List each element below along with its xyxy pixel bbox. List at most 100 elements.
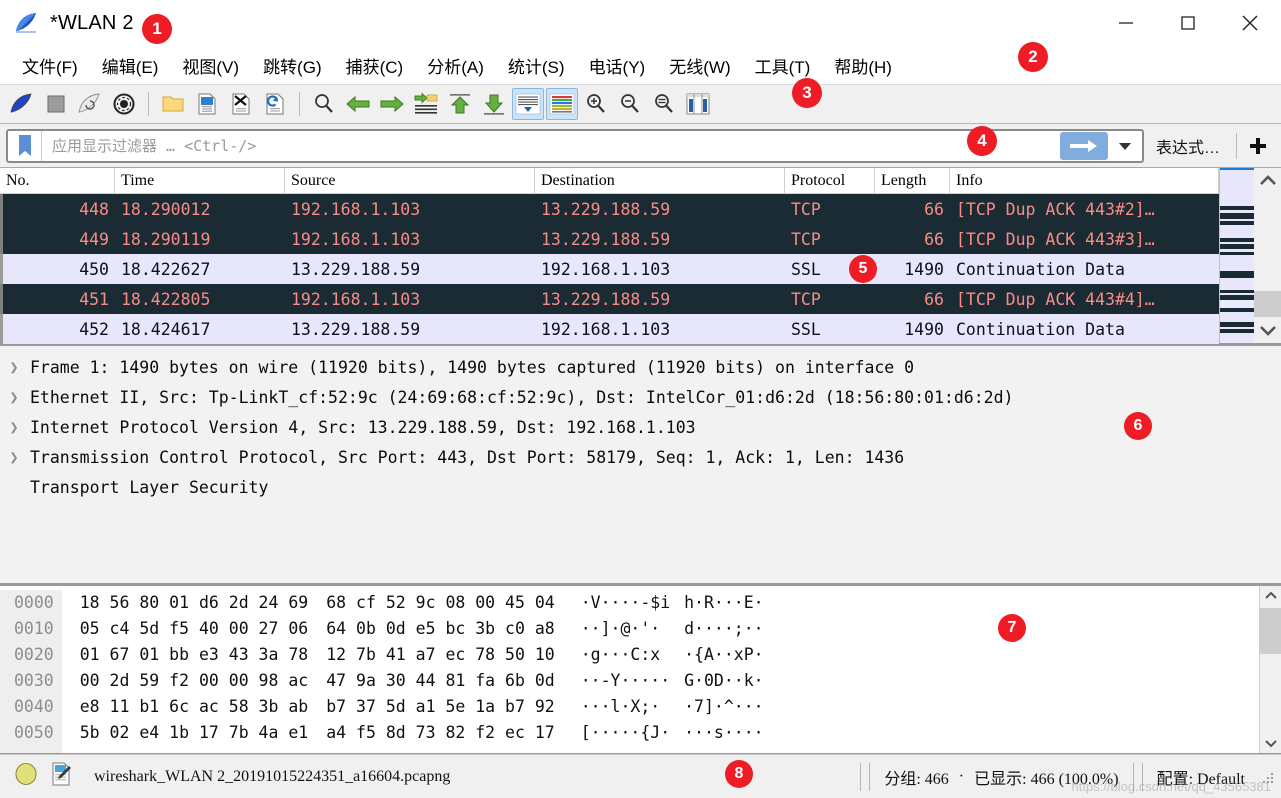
- table-row[interactable]: 450 18.422627 13.229.188.59 192.168.1.10…: [0, 254, 1219, 284]
- zoom-in-icon[interactable]: [580, 88, 612, 120]
- restart-capture-icon[interactable]: [74, 88, 106, 120]
- byte-ascii-left-column[interactable]: ·V····-$i ··]·@·'· ·g···C:x ··-Y····· ··…: [555, 590, 670, 753]
- cell-info: Continuation Data: [956, 319, 1125, 339]
- chevron-up-icon[interactable]: [1254, 168, 1281, 194]
- byte-hex-left-column[interactable]: 18 56 80 01 d6 2d 24 69 05 c4 5d f5 40 0…: [62, 590, 308, 753]
- status-separator: [1141, 762, 1143, 791]
- ascii-bytes: h·R···E·: [684, 593, 764, 612]
- detail-row-tls[interactable]: Transport Layer Security: [0, 472, 1281, 502]
- filter-expression-button[interactable]: 表达式…: [1144, 134, 1232, 158]
- go-back-icon[interactable]: [342, 88, 374, 120]
- start-capture-icon[interactable]: [6, 88, 38, 120]
- column-header-time[interactable]: Time: [115, 167, 285, 194]
- apply-filter-button[interactable]: [1059, 131, 1108, 160]
- menu-item-view[interactable]: 视图(V): [170, 49, 251, 82]
- column-header-protocol[interactable]: Protocol: [785, 167, 875, 194]
- chevron-right-icon[interactable]: ❯: [0, 418, 28, 436]
- annotation-badge-1: 1: [142, 14, 172, 44]
- zoom-reset-icon[interactable]: [648, 88, 680, 120]
- capture-options-icon[interactable]: [108, 88, 140, 120]
- column-header-no[interactable]: No.: [0, 167, 115, 194]
- cell-length: 66: [924, 229, 944, 249]
- packet-bytes-pane[interactable]: 0000 0010 0020 0030 0040 0050 18 56 80 0…: [0, 586, 1281, 754]
- scrollbar-space-lower[interactable]: [1260, 654, 1281, 733]
- add-filter-button[interactable]: [1241, 135, 1275, 157]
- column-header-length[interactable]: Length: [875, 167, 950, 194]
- go-to-packet-icon[interactable]: [410, 88, 442, 120]
- displayed-count: 已显示: 466 (100.0%): [974, 770, 1119, 788]
- chevron-down-icon[interactable]: [1110, 132, 1140, 160]
- save-file-icon[interactable]: [191, 88, 223, 120]
- menu-item-analyze[interactable]: 分析(A): [415, 49, 496, 82]
- column-header-destination[interactable]: Destination: [535, 167, 785, 194]
- scrollbar-space-upper[interactable]: [1254, 194, 1281, 291]
- scrollbar-track[interactable]: [1254, 168, 1281, 343]
- find-packet-icon[interactable]: [308, 88, 340, 120]
- ascii-bytes: d····;··: [684, 619, 764, 638]
- byte-ascii-right-column[interactable]: h·R···E· d····;·· ·{A··xP· G·0D··k· ·7]·…: [670, 590, 763, 753]
- capture-status-icon[interactable]: [14, 762, 38, 791]
- filter-input[interactable]: [42, 135, 1060, 156]
- packet-list-scrollbar[interactable]: [1219, 168, 1281, 343]
- bookmark-icon[interactable]: [8, 130, 42, 161]
- packet-bytes-scrollbar[interactable]: [1259, 586, 1281, 753]
- scrollbar-thumb[interactable]: [1254, 291, 1281, 317]
- byte-hex-right-column[interactable]: 68 cf 52 9c 08 00 45 04 64 0b 0d e5 bc 3…: [308, 590, 554, 753]
- menu-item-go[interactable]: 跳转(G): [251, 49, 334, 82]
- menu-item-file[interactable]: 文件(F): [10, 49, 90, 82]
- go-first-packet-icon[interactable]: [444, 88, 476, 120]
- detail-row-frame[interactable]: ❯ Frame 1: 1490 bytes on wire (11920 bit…: [0, 352, 1281, 382]
- menu-item-statistics[interactable]: 统计(S): [496, 49, 577, 82]
- chevron-down-icon[interactable]: [1260, 733, 1281, 753]
- status-bar: wireshark_WLAN 2_20191015224351_a16604.p…: [0, 754, 1281, 798]
- chevron-right-icon[interactable]: ❯: [0, 388, 28, 406]
- chevron-down-icon[interactable]: [1254, 317, 1281, 343]
- open-file-icon[interactable]: [157, 88, 189, 120]
- menu-item-wireless[interactable]: 无线(W): [657, 49, 742, 82]
- ascii-bytes: ···s····: [684, 723, 764, 742]
- reload-file-icon[interactable]: [259, 88, 291, 120]
- auto-scroll-icon[interactable]: [512, 88, 544, 120]
- zoom-out-icon[interactable]: [614, 88, 646, 120]
- colorize-icon[interactable]: [546, 88, 578, 120]
- ascii-bytes: ··-Y·····: [580, 671, 671, 690]
- badge-number: 7: [1007, 619, 1017, 636]
- minimize-button[interactable]: [1095, 0, 1157, 46]
- menu-item-telephony[interactable]: 电话(Y): [577, 49, 658, 82]
- packet-list-pane[interactable]: No. Time Source Destination Protocol Len…: [0, 167, 1281, 346]
- cell-no: 450: [79, 259, 109, 279]
- table-row[interactable]: 448 18.290012 192.168.1.103 13.229.188.5…: [0, 194, 1219, 224]
- menu-item-tools[interactable]: 工具(T): [743, 49, 823, 82]
- column-header-info[interactable]: Info: [950, 167, 1219, 194]
- chevron-up-icon[interactable]: [1260, 586, 1281, 606]
- menu-item-help[interactable]: 帮助(H): [822, 49, 904, 82]
- go-last-packet-icon[interactable]: [478, 88, 510, 120]
- maximize-button[interactable]: [1157, 0, 1219, 46]
- chevron-right-icon[interactable]: ❯: [0, 358, 28, 376]
- packet-map[interactable]: [1220, 168, 1254, 343]
- resize-grip[interactable]: [1259, 769, 1275, 785]
- detail-row-ipv4[interactable]: ❯ Internet Protocol Version 4, Src: 13.2…: [0, 412, 1281, 442]
- resize-columns-icon[interactable]: [682, 88, 714, 120]
- packet-details-pane[interactable]: ❯ Frame 1: 1490 bytes on wire (11920 bit…: [0, 346, 1281, 586]
- packets-count: 分组: 466: [884, 770, 949, 788]
- column-header-source[interactable]: Source: [285, 167, 535, 194]
- detail-row-ethernet[interactable]: ❯ Ethernet II, Src: Tp-LinkT_cf:52:9c (2…: [0, 382, 1281, 412]
- scrollbar-thumb[interactable]: [1260, 608, 1281, 654]
- ascii-bytes: ·{A··xP·: [684, 645, 764, 664]
- chevron-right-icon[interactable]: ❯: [0, 448, 28, 466]
- packet-list-main: No. Time Source Destination Protocol Len…: [0, 167, 1281, 344]
- detail-row-tcp[interactable]: ❯ Transmission Control Protocol, Src Por…: [0, 442, 1281, 472]
- capture-comment-icon[interactable]: [50, 761, 72, 792]
- table-row[interactable]: 452 18.424617 13.229.188.59 192.168.1.10…: [0, 314, 1219, 344]
- close-file-icon[interactable]: [225, 88, 257, 120]
- table-row[interactable]: 449 18.290119 192.168.1.103 13.229.188.5…: [0, 224, 1219, 254]
- menu-item-edit[interactable]: 编辑(E): [90, 49, 171, 82]
- close-button[interactable]: [1219, 0, 1281, 46]
- stop-capture-icon[interactable]: [40, 88, 72, 120]
- cell-time: 18.290119: [121, 229, 211, 249]
- profile-label[interactable]: 配置: Default: [1147, 765, 1255, 789]
- table-row[interactable]: 451 18.422805 192.168.1.103 13.229.188.5…: [0, 284, 1219, 314]
- go-forward-icon[interactable]: [376, 88, 408, 120]
- menu-item-capture[interactable]: 捕获(C): [334, 49, 416, 82]
